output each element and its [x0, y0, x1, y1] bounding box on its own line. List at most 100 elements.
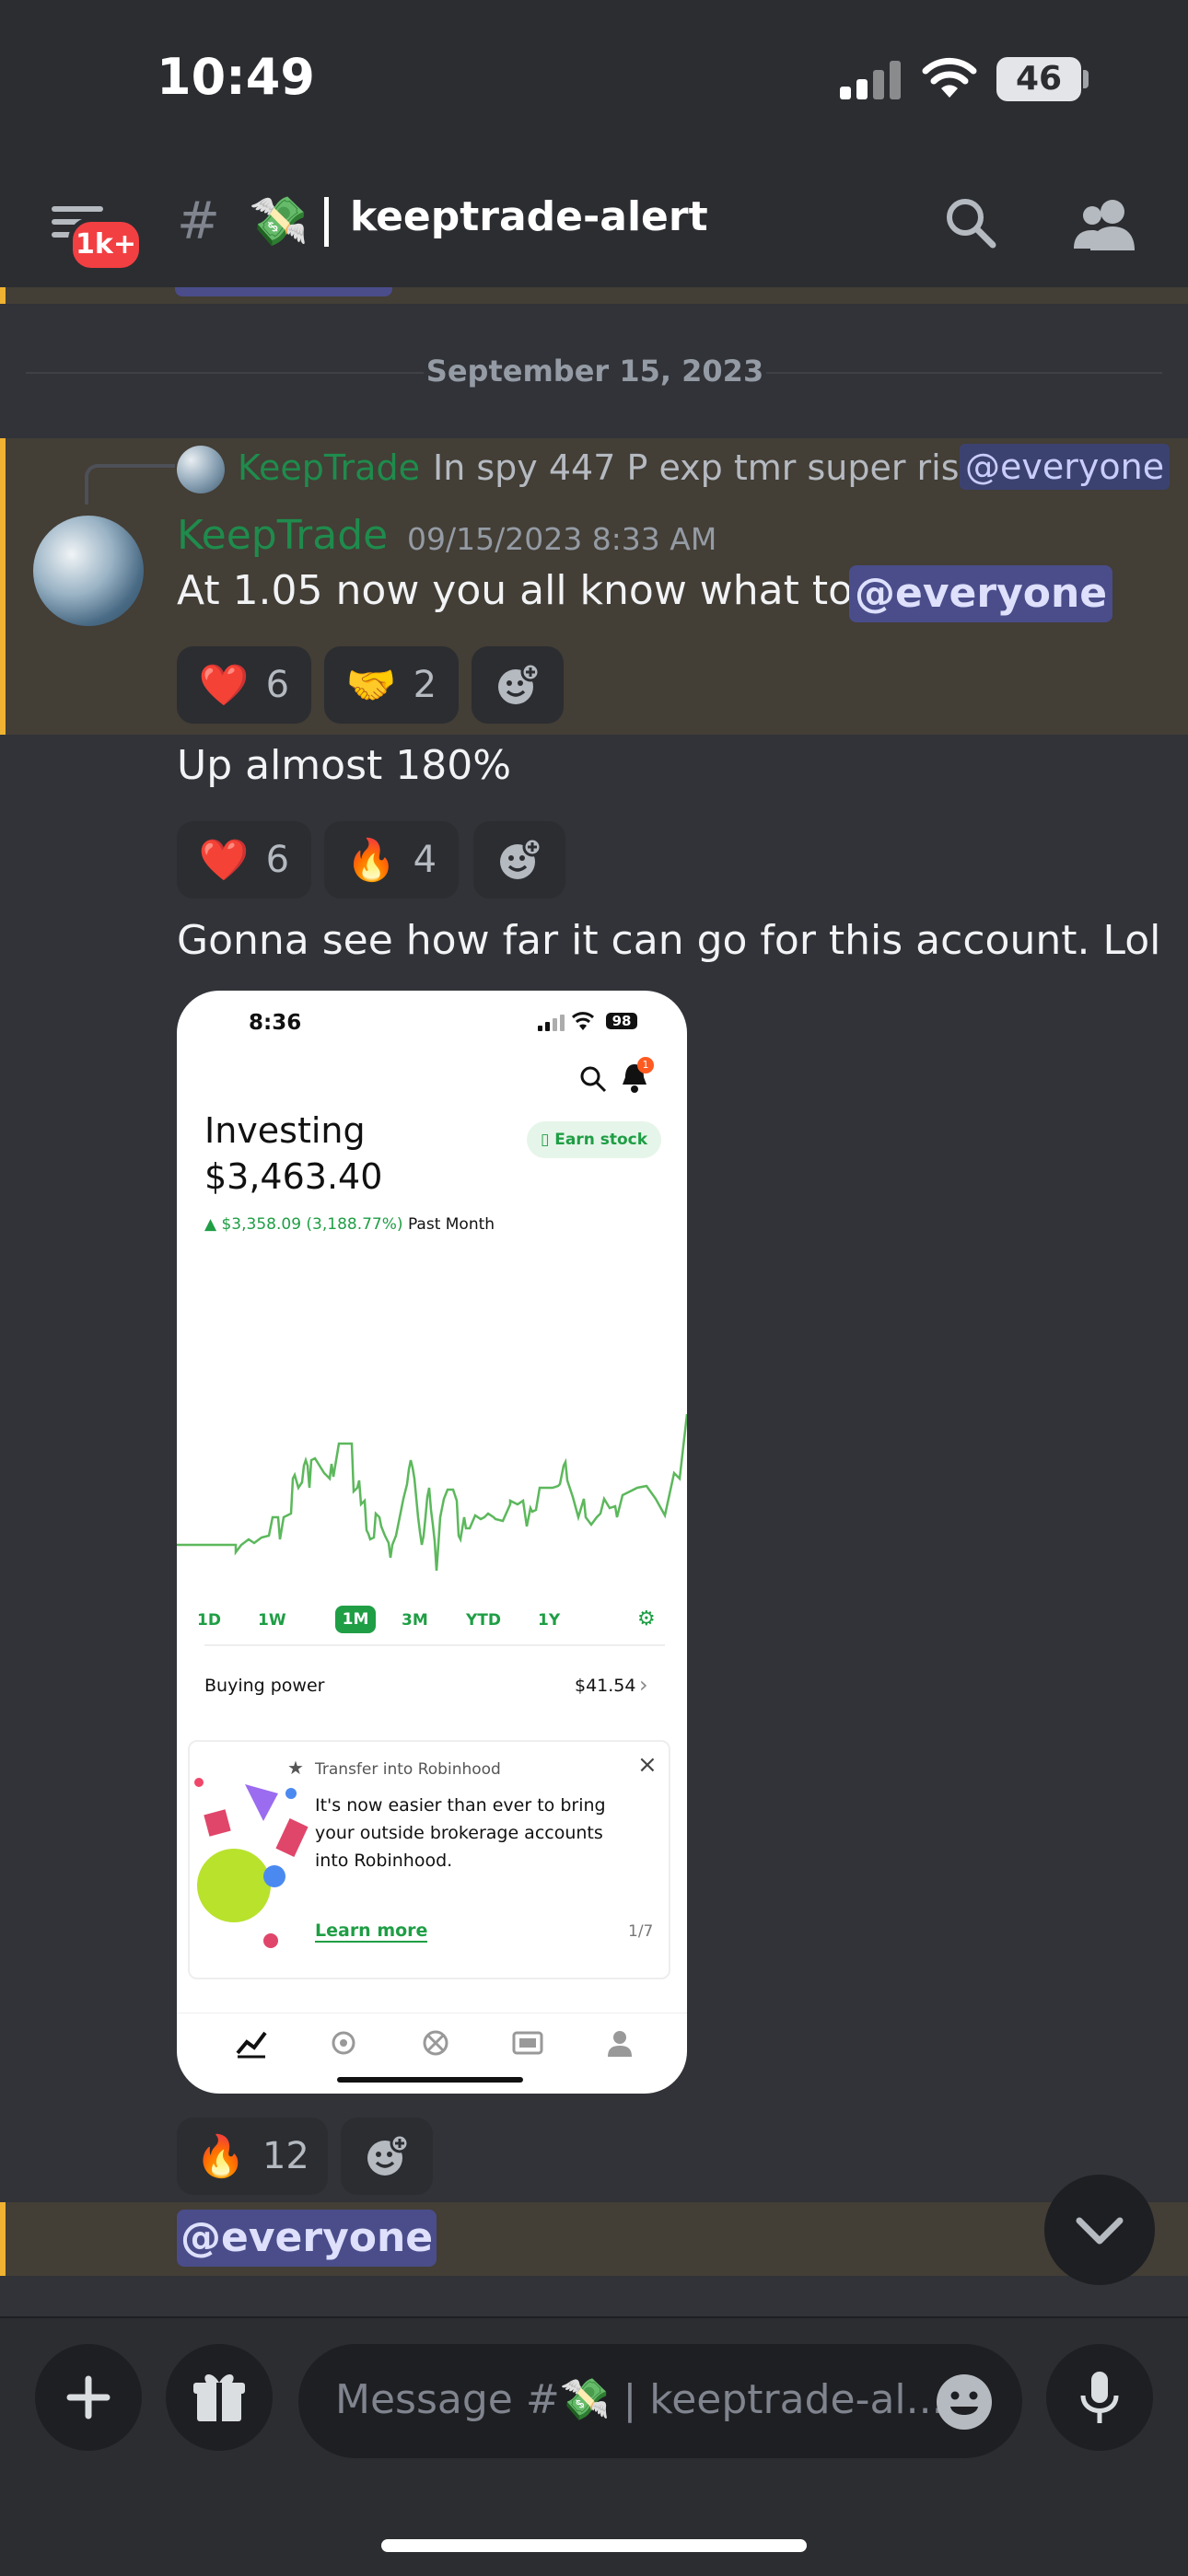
buying-power-label: Buying power — [204, 1676, 325, 1696]
timeframe-3m: 3M — [402, 1611, 428, 1630]
promo-illustration — [194, 1778, 309, 1948]
reaction-count: 4 — [413, 839, 437, 881]
timeframe-1w: 1W — [258, 1611, 286, 1630]
image-attachment[interactable]: 8:36 98 1 Investing $3,463.40 ▯ Earn sto… — [177, 991, 687, 2094]
gift-icon: ▯ — [540, 1131, 555, 1149]
change-value: $3,358.09 (3,188.77%) — [221, 1215, 403, 1234]
search-icon[interactable] — [943, 195, 998, 250]
mention-everyone[interactable]: @everyone — [849, 565, 1113, 622]
portfolio-chart — [177, 1413, 687, 1572]
plus-icon — [66, 2375, 111, 2419]
add-reaction-button[interactable] — [341, 2118, 433, 2195]
battery-icon: 46 — [996, 57, 1081, 101]
hash-icon: # — [177, 191, 220, 251]
mention-highlight-bar — [0, 287, 6, 304]
emoji-icon[interactable] — [932, 2370, 996, 2434]
timeframe-1m-selected: 1M — [335, 1606, 376, 1633]
add-reaction-icon — [498, 663, 540, 704]
message-text: At 1.05 now you all know what to do — [177, 567, 916, 614]
screenshot-wifi-icon — [571, 1012, 595, 1030]
reply-mention[interactable]: @everyone — [960, 444, 1171, 490]
avatar[interactable] — [33, 516, 144, 626]
reply-preview-text[interactable]: In spy 447 P exp tmr super risky — [433, 447, 999, 488]
close-icon: × — [637, 1751, 658, 1779]
channel-separator — [324, 197, 329, 247]
members-icon[interactable] — [1072, 195, 1136, 252]
promo-card-page: 1/7 — [628, 1922, 654, 1941]
divider-line-right — [766, 372, 1162, 374]
gift-button[interactable] — [166, 2344, 273, 2451]
change-period: Past Month — [407, 1215, 495, 1234]
timeframe-1d: 1D — [197, 1611, 221, 1630]
card-tab-icon — [512, 2031, 543, 2055]
channel-emoji: 💸 — [249, 194, 309, 249]
reaction-count: 6 — [265, 839, 290, 881]
buying-power-value: $41.54 — [575, 1676, 636, 1696]
home-indicator — [337, 2077, 523, 2083]
gear-icon: ⚙ — [637, 1607, 656, 1630]
unread-badge: 1k+ — [68, 217, 144, 273]
chart-tab-icon — [236, 2031, 267, 2059]
heart-emoji: ❤️ — [198, 837, 250, 884]
fire-emoji: 🔥 — [345, 837, 397, 884]
mention-everyone[interactable]: @everyone — [177, 2210, 437, 2267]
reaction-heart[interactable]: ❤️ 6 — [177, 821, 311, 899]
screenshot-title: Investing — [204, 1110, 366, 1151]
status-time: 10:49 — [157, 48, 315, 106]
account-tab-icon — [608, 2031, 632, 2057]
crypto-tab-icon — [332, 2031, 355, 2055]
notification-dot: 1 — [637, 1057, 654, 1073]
divider-line-left — [26, 372, 424, 374]
portfolio-value: $3,463.40 — [204, 1156, 383, 1197]
previous-mention-pill — [175, 287, 392, 296]
home-indicator — [381, 2539, 807, 2552]
fire-emoji: 🔥 — [195, 2133, 246, 2180]
reaction-count: 6 — [265, 664, 290, 706]
portfolio-change: ▲ $3,358.09 (3,188.77%) Past Month — [204, 1215, 495, 1234]
reply-avatar[interactable] — [177, 446, 225, 493]
screenshot-time: 8:36 — [249, 1011, 302, 1035]
screenshot-battery-icon: 98 — [606, 1013, 637, 1029]
gift-icon — [193, 2373, 245, 2421]
add-attachment-button[interactable] — [35, 2344, 142, 2451]
learn-more-link: Learn more — [315, 1920, 428, 1943]
reaction-count: 2 — [413, 664, 437, 706]
message-author[interactable]: KeepTrade — [177, 512, 388, 559]
add-reaction-button[interactable] — [473, 821, 565, 899]
mention-highlight-bar — [0, 2202, 6, 2276]
message-input-placeholder[interactable]: Message #💸 | keeptrade-al... — [335, 2375, 945, 2423]
search-icon — [580, 1066, 607, 1093]
message-text: Up almost 180% — [177, 742, 512, 789]
earn-stock-label: Earn stock — [554, 1131, 648, 1149]
add-reaction-button[interactable] — [472, 646, 564, 724]
microphone-button[interactable] — [1046, 2344, 1153, 2451]
chevron-down-icon — [1076, 2217, 1124, 2245]
timeframe-ytd: YTD — [466, 1611, 502, 1630]
network-tab-icon — [423, 2030, 448, 2056]
cellular-signal-icon — [840, 61, 904, 99]
add-reaction-icon — [367, 2134, 409, 2176]
chevron-right-icon: › — [639, 1672, 648, 1698]
reaction-fire[interactable]: 🔥 12 — [177, 2118, 328, 2195]
star-icon: ★ — [287, 1757, 304, 1779]
reaction-count: 12 — [262, 2135, 309, 2177]
channel-name[interactable]: keeptrade-alert — [350, 193, 708, 240]
timeframe-1y: 1Y — [538, 1611, 561, 1630]
message-text: Gonna see how far it can go for this acc… — [177, 917, 1161, 964]
heart-emoji: ❤️ — [198, 662, 250, 709]
wifi-icon — [922, 57, 977, 98]
jump-to-bottom-button[interactable] — [1044, 2175, 1155, 2285]
microphone-icon — [1080, 2372, 1119, 2423]
reaction-handshake[interactable]: 🤝 2 — [324, 646, 459, 724]
portfolio-line — [177, 1413, 687, 1572]
date-divider: September 15, 2023 — [425, 354, 764, 389]
reply-author[interactable]: KeepTrade — [238, 447, 420, 488]
reply-connector — [85, 464, 175, 505]
add-reaction-icon — [500, 838, 542, 879]
up-arrow-icon: ▲ — [204, 1215, 222, 1234]
reaction-heart[interactable]: ❤️ 6 — [177, 646, 311, 724]
screenshot-signal-icon — [538, 1015, 565, 1031]
mention-highlight-bar — [0, 438, 6, 735]
battery-nub — [1083, 70, 1089, 88]
reaction-fire[interactable]: 🔥 4 — [324, 821, 459, 899]
